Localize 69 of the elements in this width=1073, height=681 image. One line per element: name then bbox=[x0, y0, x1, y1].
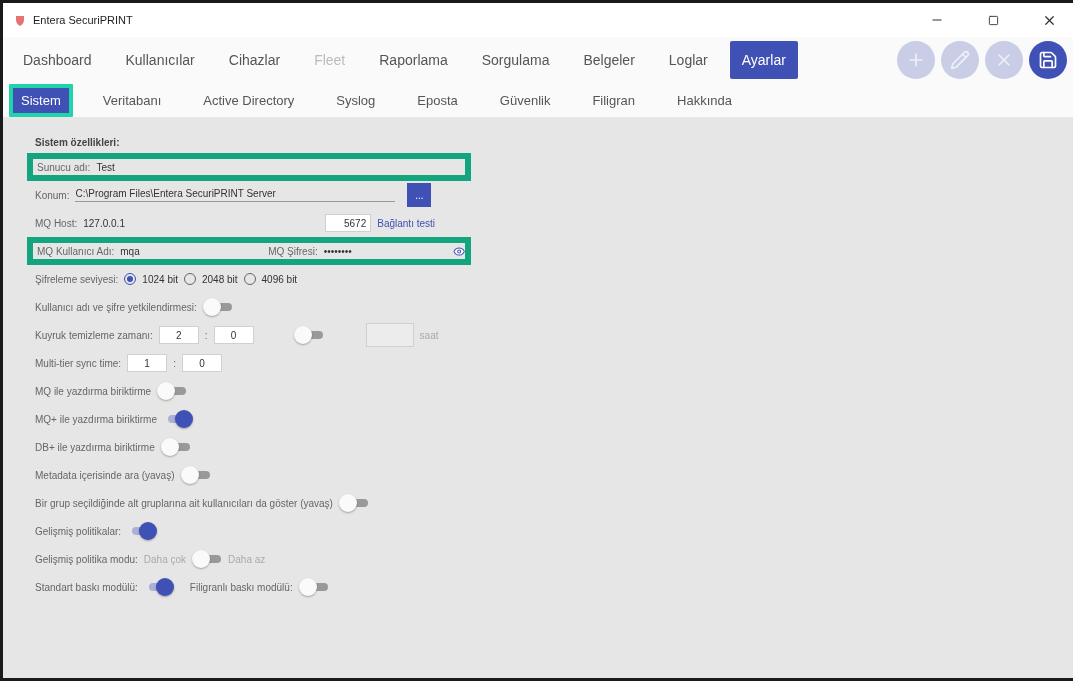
nav-tab[interactable]: Raporlama bbox=[367, 41, 460, 79]
toggle-switch[interactable] bbox=[160, 438, 191, 456]
setting-label: DB+ ile yazdırma biriktirme bbox=[35, 441, 155, 453]
setting-label: MQ+ ile yazdırma biriktirme bbox=[35, 413, 157, 425]
maximize-icon bbox=[987, 14, 999, 26]
setting-label: Kullanıcı adı ve şifre yetkilendirmesi: bbox=[35, 301, 197, 313]
field-label: Kuyruk temizleme zamanı: bbox=[35, 329, 153, 341]
hours-field[interactable]: 2 bbox=[158, 326, 199, 344]
toggle-switch[interactable] bbox=[180, 466, 211, 484]
settings-tab[interactable]: Hakkında bbox=[665, 83, 744, 117]
window-title: Entera SecuriPRINT bbox=[33, 14, 134, 26]
host-field[interactable]: 127.0.0.1 bbox=[83, 217, 320, 229]
nav-tab[interactable]: Dashboard bbox=[11, 41, 104, 79]
setting-label: Standart baskı modülü: bbox=[35, 581, 138, 593]
nav-tab[interactable]: Kullanıcılar bbox=[113, 41, 207, 79]
time-separator: : bbox=[204, 329, 208, 341]
option-label: Daha az bbox=[228, 553, 266, 565]
path-field[interactable]: C:\Program Files\Entera SecuriPRINT Server bbox=[75, 188, 396, 202]
toggle-switch[interactable] bbox=[298, 578, 329, 596]
minutes-field[interactable]: 0 bbox=[213, 326, 254, 344]
radio-label: 2048 bit bbox=[201, 273, 238, 285]
browse-button[interactable]: ... bbox=[407, 183, 432, 207]
nav-tab[interactable]: Belgeler bbox=[571, 41, 647, 79]
field-label: MQ Şifresi: bbox=[268, 245, 318, 257]
unit-label: saat bbox=[419, 329, 439, 341]
field-label: Şifreleme seviyesi: bbox=[35, 273, 119, 285]
setting-label: MQ ile yazdırma biriktirme bbox=[35, 385, 152, 397]
field-label: MQ Kullanıcı Adı: bbox=[37, 245, 115, 257]
setting-label: Gelişmiş politikalar: bbox=[35, 525, 122, 537]
shield-logo-icon bbox=[15, 14, 25, 26]
connection-test-link[interactable]: Bağlantı testi bbox=[377, 217, 436, 229]
interval-field[interactable] bbox=[365, 323, 414, 347]
nav-tab[interactable]: Cihazlar bbox=[216, 41, 293, 79]
nav-tab[interactable]: Ayarlar bbox=[729, 41, 798, 79]
toggle-switch[interactable] bbox=[157, 382, 188, 400]
field-label: Multi-tier sync time: bbox=[35, 357, 122, 369]
nav-tab[interactable]: Sorgulama bbox=[469, 41, 562, 79]
section-title: Sistem özellikleri: bbox=[34, 135, 121, 150]
setting-label: Bir grup seçildiğinde alt gruplarına ait kullanıcıları da göster (yavaş) bbox=[35, 497, 333, 509]
settings-tab[interactable]: Filigran bbox=[580, 83, 648, 117]
nav-tab[interactable]: Loglar bbox=[656, 41, 720, 79]
radio-label: 4096 bit bbox=[261, 273, 298, 285]
port-field[interactable]: 5672 bbox=[325, 214, 372, 232]
pencil-icon bbox=[950, 50, 970, 70]
toggle-switch[interactable] bbox=[293, 326, 324, 344]
setting-label: Filigranlı baskı modülü: bbox=[189, 581, 293, 593]
setting-label: Metadata içerisinde ara (yavaş) bbox=[35, 469, 175, 481]
settings-tab[interactable]: Sistem bbox=[9, 83, 73, 117]
time-separator: : bbox=[173, 357, 176, 369]
settings-tab[interactable]: Veritabanı bbox=[90, 83, 174, 117]
eye-icon[interactable] bbox=[452, 244, 465, 258]
toggle-switch[interactable] bbox=[202, 298, 233, 316]
settings-tab[interactable]: Active Directory bbox=[191, 83, 307, 117]
hours-field[interactable]: 1 bbox=[127, 354, 168, 372]
minutes-field[interactable]: 0 bbox=[181, 354, 222, 372]
toggle-switch[interactable] bbox=[338, 494, 369, 512]
settings-tab[interactable]: Güvenlik bbox=[487, 83, 563, 117]
radio-label: 1024 bit bbox=[142, 273, 178, 285]
field-label: Gelişmiş politika modu: bbox=[35, 553, 138, 565]
save-button[interactable] bbox=[1029, 41, 1067, 79]
toggle-switch[interactable] bbox=[192, 550, 223, 568]
username-field[interactable]: mqa bbox=[120, 245, 263, 257]
settings-tab[interactable]: Eposta bbox=[405, 83, 470, 117]
password-field[interactable]: •••••••• bbox=[323, 245, 447, 257]
settings-tab[interactable]: Syslog bbox=[324, 83, 388, 117]
server-name-field[interactable]: Test bbox=[96, 161, 115, 173]
field-label: Sunucu adı: bbox=[37, 161, 91, 173]
field-label: Konum: bbox=[35, 189, 70, 201]
field-label: MQ Host: bbox=[35, 217, 78, 229]
